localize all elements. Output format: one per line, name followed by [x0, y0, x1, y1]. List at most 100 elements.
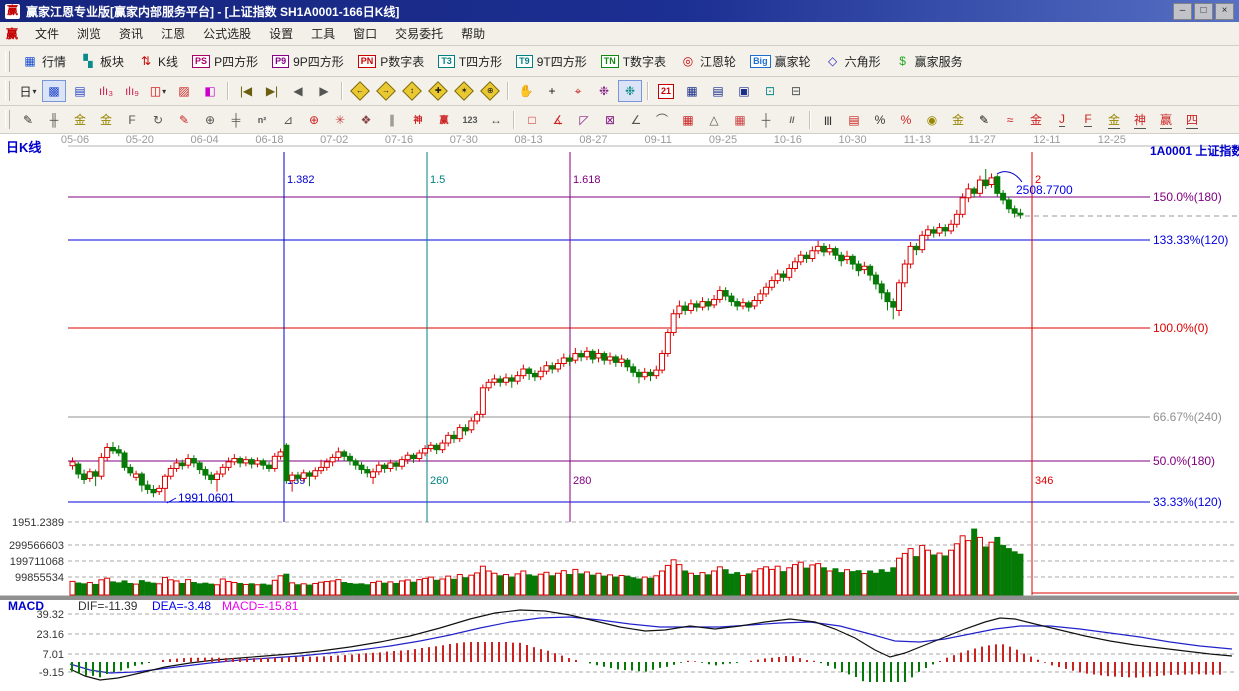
gann-wheel-button[interactable]: ◎江恩轮	[673, 51, 743, 72]
gold-red-button[interactable]: 金	[1024, 109, 1048, 131]
percent-line-button[interactable]: %	[894, 109, 918, 131]
gann-diamond-star-button[interactable]: ✶	[452, 80, 476, 102]
toolbar-grip[interactable]	[5, 51, 10, 72]
f-grid-button[interactable]: F	[120, 109, 144, 131]
menu-formula-select[interactable]: 公式选股	[194, 22, 260, 45]
box-select-button[interactable]: □	[520, 109, 544, 131]
9p-square-button[interactable]: P99P四方形	[265, 51, 351, 72]
red-grid2-button[interactable]: ▦	[728, 109, 752, 131]
red-grid-button[interactable]: ▦	[676, 109, 700, 131]
print-button[interactable]: ⊟	[784, 80, 808, 102]
save-button[interactable]: ▣	[732, 80, 756, 102]
web-tool-purple-button[interactable]: ❉	[592, 80, 616, 102]
spider-web-button[interactable]: ✳	[328, 109, 352, 131]
menu-browse[interactable]: 浏览	[68, 22, 110, 45]
maximize-button[interactable]: □	[1194, 3, 1213, 20]
pen-tool-button[interactable]: ✎	[16, 109, 40, 131]
triangle-tool-button[interactable]: △	[702, 109, 726, 131]
remote-data-button[interactable]: ⊡	[758, 80, 782, 102]
hexagon-button[interactable]: ◇六角形	[818, 51, 888, 72]
menu-settings[interactable]: 设置	[260, 22, 302, 45]
bars-3-button[interactable]: ılı₃	[94, 80, 118, 102]
kline-button[interactable]: ⇅K线	[131, 51, 185, 72]
period-day-dropdown[interactable]: 日▾	[16, 80, 40, 102]
sectors-button[interactable]: ▚板块	[73, 51, 131, 72]
marker-pen-button[interactable]: ✎	[172, 109, 196, 131]
p-number-table-button[interactable]: PNP数字表	[351, 51, 432, 72]
menu-file[interactable]: 文件	[26, 22, 68, 45]
price-bars-button[interactable]: |||	[816, 109, 840, 131]
info-panel-button[interactable]: ▤	[68, 80, 92, 102]
time-marks-button[interactable]: ∥	[380, 109, 404, 131]
gann-fan-button[interactable]: ∡	[546, 109, 570, 131]
n-squared-button[interactable]: n²	[250, 109, 274, 131]
arc-tool-button[interactable]: ⌒	[650, 109, 674, 131]
fan-box-button[interactable]: ◸	[572, 109, 596, 131]
toolbar-grip[interactable]	[5, 81, 10, 101]
calendar-button[interactable]: 21	[654, 80, 678, 102]
shen-angle-button[interactable]: 神	[1128, 109, 1152, 131]
p-square-button[interactable]: PSP四方形	[185, 51, 265, 72]
gann-diamond-cross-button[interactable]: ✚	[426, 80, 450, 102]
winner-wheel-button[interactable]: Big赢家轮	[743, 51, 818, 72]
9t-square-button[interactable]: T99T四方形	[509, 51, 594, 72]
close-button[interactable]: ×	[1215, 3, 1234, 20]
calculator-button[interactable]: ▦	[680, 80, 704, 102]
f-angle-button[interactable]: F	[1076, 109, 1100, 131]
golden-gate1-button[interactable]: 金	[68, 109, 92, 131]
ruler-123-button[interactable]: 123	[458, 109, 482, 131]
gann-diamond-right-button[interactable]: →	[374, 80, 398, 102]
gann-diamond-all-button[interactable]: ⊕	[478, 80, 502, 102]
color-histogram-button[interactable]: ◧	[198, 80, 222, 102]
percent-chart-button[interactable]: ▤	[842, 109, 866, 131]
nav-first-button[interactable]: |◀	[234, 80, 258, 102]
gann-diamond-vertical-button[interactable]: ↕	[400, 80, 424, 102]
percent-button[interactable]: %	[868, 109, 892, 131]
minimize-button[interactable]: –	[1173, 3, 1192, 20]
nav-prev-button[interactable]: ◀	[286, 80, 310, 102]
golden-gate2-button[interactable]: 金	[94, 109, 118, 131]
four-angle-button[interactable]: 四	[1180, 109, 1204, 131]
bars-9-button[interactable]: ılı₉	[120, 80, 144, 102]
zone-frame-button[interactable]: ▩	[42, 80, 66, 102]
winner-service-button[interactable]: $赢家服务	[888, 51, 970, 72]
gold-angle-button[interactable]: 金	[1102, 109, 1126, 131]
kline-chart-canvas[interactable]: 日K线05-0605-2006-0406-1807-0207-1607-3008…	[0, 134, 1239, 688]
crosshair-button[interactable]: +	[540, 80, 564, 102]
axes-grid-button[interactable]: ┼	[754, 109, 778, 131]
menu-gann[interactable]: 江恩	[152, 22, 194, 45]
anchor-pointer-button[interactable]: ⌖	[566, 80, 590, 102]
hand-pan-button[interactable]: ✋	[514, 80, 538, 102]
candle-style-dropdown[interactable]: ◫▾	[146, 80, 170, 102]
spiral-tool-button[interactable]: ↻	[146, 109, 170, 131]
wave-channel-button[interactable]: ≈	[998, 109, 1022, 131]
ink-pen-button[interactable]: ✎	[972, 109, 996, 131]
t-number-table-button[interactable]: TNT数字表	[594, 51, 673, 72]
parallel-lines-button[interactable]: //	[780, 109, 804, 131]
gold-circle-button[interactable]: ◉	[920, 109, 944, 131]
menu-news[interactable]: 资讯	[110, 22, 152, 45]
gann-target-button[interactable]: ⊕	[302, 109, 326, 131]
toolbar-grip[interactable]	[5, 110, 10, 129]
nav-last-button[interactable]: ▶|	[260, 80, 284, 102]
ying-tool-button[interactable]: 赢	[432, 109, 456, 131]
ying-angle-button[interactable]: 赢	[1154, 109, 1178, 131]
circle-grid-button[interactable]: ⊕	[198, 109, 222, 131]
angle-line-button[interactable]: ∠	[624, 109, 648, 131]
gold-lines-button[interactable]: 金	[946, 109, 970, 131]
gann-hatch-button[interactable]: ╫	[42, 109, 66, 131]
nav-next-button[interactable]: ▶	[312, 80, 336, 102]
red-pattern-button[interactable]: ▨	[172, 80, 196, 102]
hash-tool-button[interactable]: ╪	[224, 109, 248, 131]
quotes-button[interactable]: ▦行情	[15, 51, 73, 72]
notes-button[interactable]: ▤	[706, 80, 730, 102]
menu-window[interactable]: 窗口	[344, 22, 386, 45]
menu-trade[interactable]: 交易委托	[386, 22, 452, 45]
j-angle-button[interactable]: J	[1050, 109, 1074, 131]
t-square-button[interactable]: T3T四方形	[431, 51, 509, 72]
menu-help[interactable]: 帮助	[452, 22, 494, 45]
box-diagonal-button[interactable]: ⊠	[598, 109, 622, 131]
gann-diamond-left-button[interactable]: ←	[348, 80, 372, 102]
mirror-angle-button[interactable]: ⊿	[276, 109, 300, 131]
web-tool-teal-button[interactable]: ❉	[618, 80, 642, 102]
